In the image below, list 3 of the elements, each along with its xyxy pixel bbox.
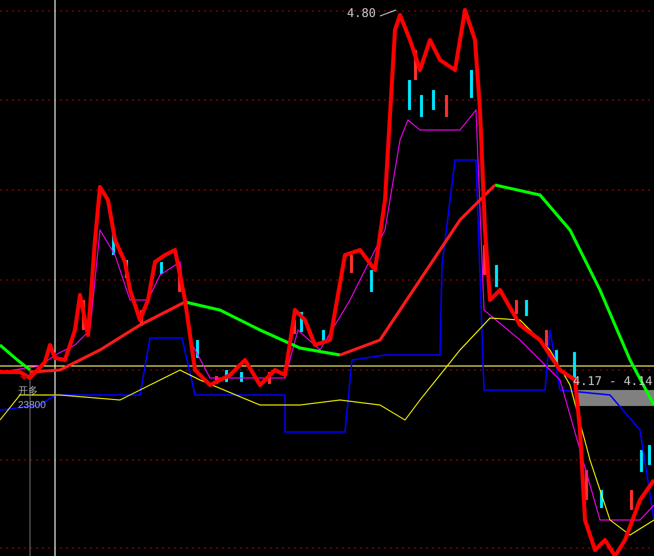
leader-line [380, 10, 396, 16]
high-price-label: 4.80 [347, 7, 376, 19]
signal-triangle-icon [20, 376, 28, 380]
